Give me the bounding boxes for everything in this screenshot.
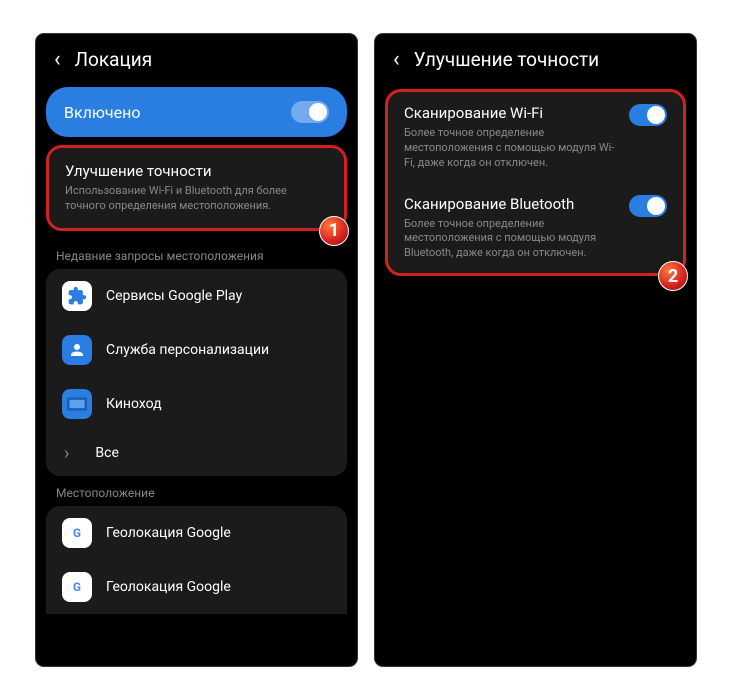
location-section-header: Местоположение xyxy=(36,476,357,506)
accuracy-title: Улучшение точности xyxy=(65,162,328,180)
back-icon[interactable]: ‹ xyxy=(54,49,61,71)
enabled-label: Включено xyxy=(64,103,140,122)
back-icon[interactable]: ‹ xyxy=(393,49,400,71)
list-item[interactable]: G Геолокация Google xyxy=(46,560,347,614)
list-item[interactable]: Сервисы Google Play xyxy=(46,269,347,323)
list-item-all[interactable]: › Все xyxy=(46,431,347,476)
location-enabled-toggle[interactable]: Включено xyxy=(46,87,347,137)
wifi-scan-title: Сканирование Wi-Fi xyxy=(404,104,617,122)
personalization-icon xyxy=(62,335,92,365)
accuracy-improvement-item[interactable]: Улучшение точности Использование Wi-Fi и… xyxy=(49,148,344,228)
app-label: Служба персонализации xyxy=(106,342,269,358)
play-services-icon xyxy=(62,281,92,311)
svg-text:G: G xyxy=(73,526,81,540)
svg-text:G: G xyxy=(73,580,81,594)
list-item[interactable]: Служба персонализации xyxy=(46,323,347,377)
page-title: Локация xyxy=(75,48,153,71)
recent-requests-header: Недавние запросы местоположения xyxy=(36,239,357,269)
header: ‹ Улучшение точности xyxy=(375,34,696,81)
wifi-scanning-item[interactable]: Сканирование Wi-Fi Более точное определе… xyxy=(388,92,683,183)
toggle-switch[interactable] xyxy=(291,101,329,123)
phone-left: ‹ Локация Включено Улучшение точности Ис… xyxy=(36,34,357,666)
highlight-scanning: Сканирование Wi-Fi Более точное определе… xyxy=(385,89,686,276)
app-label: Геолокация Google xyxy=(106,525,231,541)
list-item[interactable]: Киноход xyxy=(46,377,347,431)
recent-apps-list: Сервисы Google Play Служба персонализаци… xyxy=(46,269,347,476)
bt-scan-desc: Более точное определение местоположения … xyxy=(404,217,617,262)
accuracy-desc: Использование Wi-Fi и Bluetooth для боле… xyxy=(65,184,328,214)
highlight-accuracy: Улучшение точности Использование Wi-Fi и… xyxy=(46,145,347,231)
kinohod-icon xyxy=(62,389,92,419)
bt-scan-title: Сканирование Bluetooth xyxy=(404,195,617,213)
step-badge-2: 2 xyxy=(658,261,688,291)
app-label: Сервисы Google Play xyxy=(106,288,242,304)
google-icon: G xyxy=(62,518,92,548)
location-services-list: G Геолокация Google G Геолокация Google xyxy=(46,506,347,614)
google-icon: G xyxy=(62,572,92,602)
phone-right: ‹ Улучшение точности Сканирование Wi-Fi … xyxy=(375,34,696,666)
wifi-scan-desc: Более точное определение местоположения … xyxy=(404,126,617,171)
bluetooth-toggle[interactable] xyxy=(629,195,667,217)
step-badge-1: 1 xyxy=(319,216,349,246)
app-label: Все xyxy=(95,445,118,461)
page-title: Улучшение точности xyxy=(414,48,600,71)
app-label: Киноход xyxy=(106,396,162,412)
chevron-right-icon: › xyxy=(64,443,69,464)
header: ‹ Локация xyxy=(36,34,357,81)
bluetooth-scanning-item[interactable]: Сканирование Bluetooth Более точное опре… xyxy=(388,183,683,274)
wifi-toggle[interactable] xyxy=(629,104,667,126)
list-item[interactable]: G Геолокация Google xyxy=(46,506,347,560)
app-label: Геолокация Google xyxy=(106,579,231,595)
